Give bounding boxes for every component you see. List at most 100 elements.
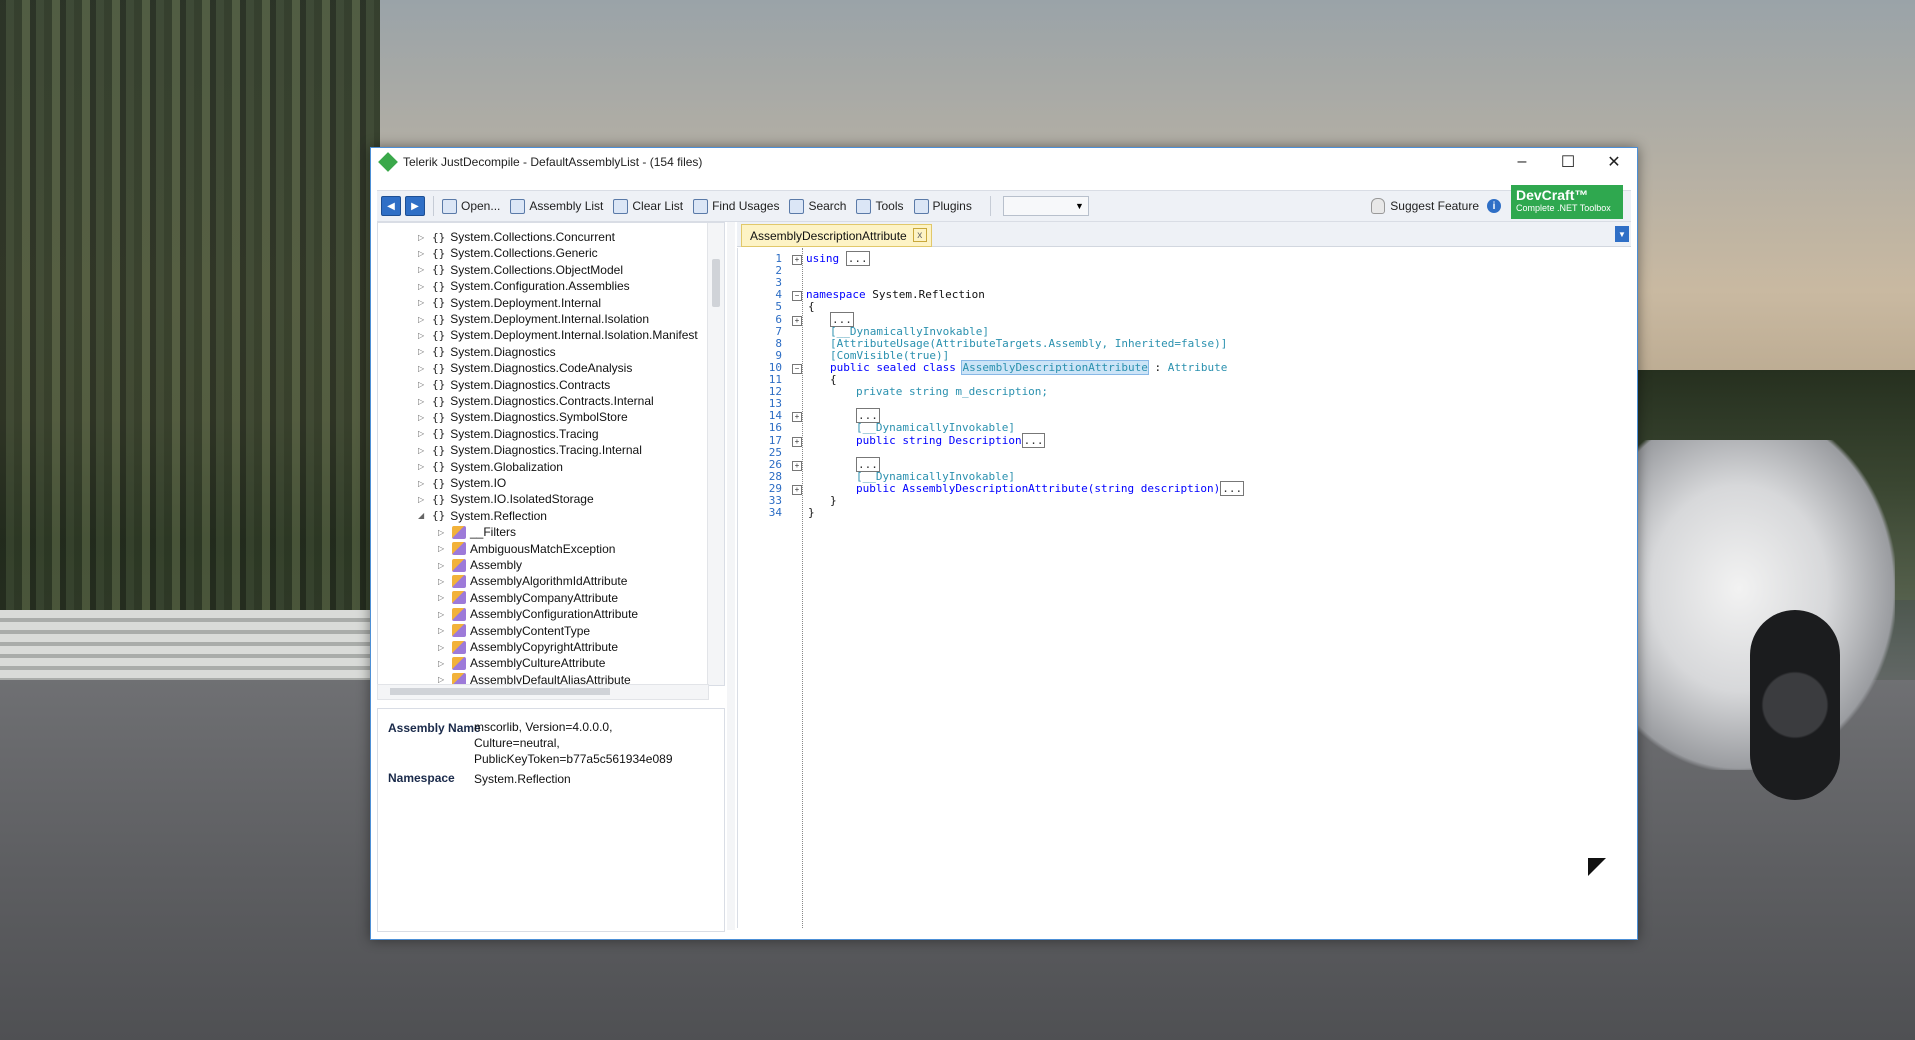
code-line: } <box>808 506 815 521</box>
close-button[interactable]: ✕ <box>1591 148 1637 176</box>
collapsed-arrow-icon[interactable]: ▷ <box>438 593 448 602</box>
collapsed-arrow-icon[interactable]: ▷ <box>418 298 428 307</box>
code-token: { <box>830 373 837 386</box>
line-number: 12 <box>768 385 782 399</box>
open-button[interactable]: Open... <box>442 198 501 214</box>
namespace-icon: {} <box>432 443 446 457</box>
collapsed-arrow-icon[interactable]: ▷ <box>418 364 428 373</box>
collapsed-arrow-icon[interactable]: ▷ <box>438 610 448 619</box>
devcraft-title: DevCraft™ <box>1516 187 1589 203</box>
find-usages-button[interactable]: Find Usages <box>693 198 780 214</box>
tab-assembly-description-attribute[interactable]: AssemblyDescriptionAttribute x <box>741 224 932 247</box>
selected-class-name[interactable]: AssemblyDescriptionAttribute <box>961 359 1149 375</box>
expand-fold-icon[interactable]: + <box>792 255 802 265</box>
collapsed-arrow-icon[interactable]: ▷ <box>418 315 428 324</box>
tree-item-label: System.IO.IsolatedStorage <box>450 492 594 507</box>
devcraft-banner[interactable]: DevCraft™ Complete .NET Toolbox <box>1511 185 1623 219</box>
expand-fold-icon[interactable]: + <box>792 436 802 447</box>
line-number: 29 <box>768 481 782 495</box>
collapsed-arrow-icon[interactable]: ▷ <box>418 380 428 389</box>
collapsed-region-box[interactable]: ... <box>845 251 870 266</box>
code-token: [AttributeUsage(AttributeTargets.Assembl… <box>830 336 1228 350</box>
tree-item-label: AssemblyAlgorithmIdAttribute <box>470 574 628 589</box>
scroll-thumb[interactable] <box>712 259 720 307</box>
expand-fold-icon[interactable]: + <box>792 460 802 471</box>
tree-item-label: AssemblyCompanyAttribute <box>470 590 619 605</box>
assembly-list-button[interactable]: Assembly List <box>510 198 603 214</box>
collapsed-arrow-icon[interactable]: ▷ <box>438 643 448 652</box>
collapsed-arrow-icon[interactable]: ▷ <box>438 577 448 586</box>
pane-splitter[interactable] <box>727 222 735 930</box>
title-bar[interactable]: Telerik JustDecompile - DefaultAssemblyL… <box>371 148 1637 176</box>
collapsed-arrow-icon[interactable]: ▷ <box>418 397 428 406</box>
line-number: 13 <box>768 397 782 411</box>
collapsed-arrow-icon[interactable]: ▷ <box>438 561 448 570</box>
search-label: Search <box>808 199 847 213</box>
clear-list-button[interactable]: Clear List <box>613 198 683 214</box>
collapsed-arrow-icon[interactable]: ▷ <box>418 233 428 242</box>
collapsed-arrow-icon[interactable]: ▷ <box>418 462 428 471</box>
tree-horizontal-scrollbar[interactable] <box>377 684 709 700</box>
code-line: public AssemblyDescriptionAttribute(stri… <box>856 480 1245 497</box>
framework-combo[interactable]: ▼ <box>1002 196 1089 216</box>
collapsed-arrow-icon[interactable]: ▷ <box>418 495 428 504</box>
tree-item-label: System.Diagnostics.Tracing <box>450 426 599 441</box>
line-number: 3 <box>775 276 782 290</box>
code-token: using <box>806 252 840 265</box>
collapsed-arrow-icon[interactable]: ▷ <box>438 675 448 684</box>
collapsed-arrow-icon[interactable]: ▷ <box>418 282 428 291</box>
line-number: 1 <box>775 252 782 265</box>
tree-item-label: System.Collections.ObjectModel <box>450 262 623 277</box>
code-token: [__DynamicallyInvokable] <box>830 324 989 338</box>
collapsed-arrow-icon[interactable]: ▷ <box>418 429 428 438</box>
plugins-icon <box>913 198 929 214</box>
namespace-key: Namespace <box>388 771 455 785</box>
tree-item-label: __Filters <box>470 525 517 540</box>
assembly-name-key: Assembly Name <box>388 721 481 735</box>
back-button[interactable]: ◀ <box>381 196 401 216</box>
tree-item-label: AmbiguousMatchException <box>470 541 616 556</box>
expanded-arrow-icon[interactable]: ◢ <box>418 511 428 520</box>
tab-dropdown-button[interactable]: ▼ <box>1615 226 1629 242</box>
open-label: Open... <box>461 199 501 213</box>
toolbar-divider <box>433 196 434 216</box>
collapsed-arrow-icon[interactable]: ▷ <box>418 413 428 422</box>
collapse-fold-icon[interactable]: − <box>792 363 802 374</box>
collapsed-arrow-icon[interactable]: ▷ <box>438 626 448 635</box>
plugins-button[interactable]: Plugins <box>913 198 972 214</box>
collapsed-arrow-icon[interactable]: ▷ <box>418 479 428 488</box>
collapsed-arrow-icon[interactable]: ▷ <box>418 331 428 340</box>
tree-item-label: System.Collections.Generic <box>450 246 598 261</box>
maximize-button[interactable]: ☐ <box>1545 148 1591 176</box>
suggest-feature-button[interactable]: Suggest Feature i <box>1371 198 1501 214</box>
collapsed-arrow-icon[interactable]: ▷ <box>438 659 448 668</box>
scroll-thumb[interactable] <box>390 688 610 695</box>
tab-close-icon[interactable]: x <box>912 228 927 242</box>
collapsed-region-box[interactable]: ... <box>1220 480 1245 496</box>
assembly-tree[interactable]: ▷ {} System.Collections.Concurrent ▷ {} Syste… <box>377 222 725 686</box>
resize-corner-icon[interactable] <box>1588 858 1606 876</box>
expand-fold-icon[interactable]: + <box>792 412 802 423</box>
collapsed-arrow-icon[interactable]: ▷ <box>438 544 448 553</box>
collapsed-region-box[interactable]: ... <box>1021 432 1046 448</box>
code-token: System.Reflection <box>872 288 985 302</box>
collapsed-arrow-icon[interactable]: ▷ <box>418 446 428 455</box>
line-number: 33 <box>768 494 782 507</box>
info-icon[interactable]: i <box>1487 199 1501 213</box>
expand-fold-icon[interactable]: + <box>792 315 802 326</box>
editor-vertical-scrollbar[interactable] <box>1616 248 1632 928</box>
minimize-button[interactable]: – <box>1499 148 1545 176</box>
forward-button[interactable]: ▶ <box>405 196 425 216</box>
expand-fold-icon[interactable]: + <box>792 484 802 495</box>
collapsed-arrow-icon[interactable]: ▷ <box>418 265 428 274</box>
class-icon <box>452 624 466 638</box>
collapsed-arrow-icon[interactable]: ▷ <box>418 249 428 258</box>
collapsed-arrow-icon[interactable]: ▷ <box>418 347 428 356</box>
tools-button[interactable]: Tools <box>856 198 904 214</box>
tree-vertical-scrollbar[interactable] <box>707 223 724 685</box>
code-editor[interactable]: 1 + using ... 2 3 4− namespace System.Reflecti… <box>737 248 1632 928</box>
collapsed-arrow-icon[interactable]: ▷ <box>438 528 448 537</box>
collapse-fold-icon[interactable]: − <box>792 291 802 302</box>
find-usages-label: Find Usages <box>712 199 780 213</box>
search-button[interactable]: Search <box>789 198 847 214</box>
